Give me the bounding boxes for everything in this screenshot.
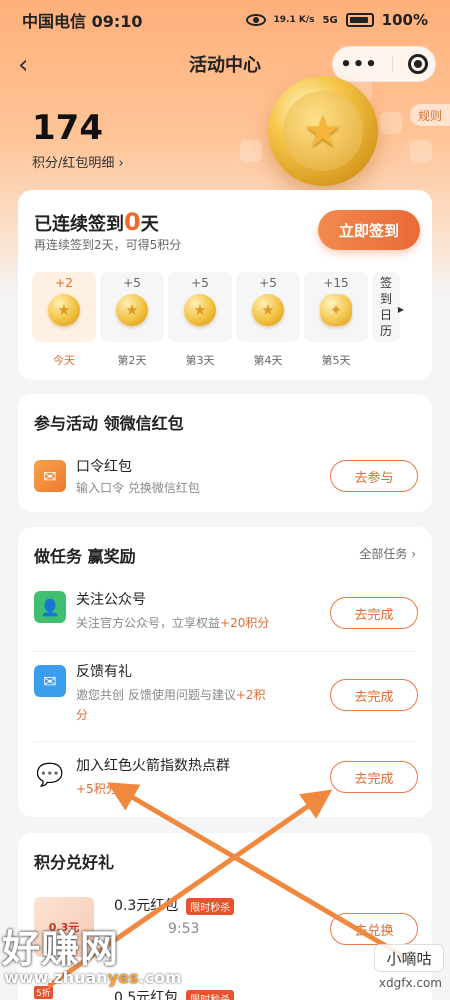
badge-coin-icon: ✦	[320, 294, 352, 326]
activity-item-subtitle: 输入口令 兑换微信红包	[76, 481, 200, 495]
triangle-right-icon: ▶	[397, 305, 404, 314]
task-item-title: 反馈有礼	[76, 664, 132, 680]
star-coin-icon: ★	[48, 294, 80, 326]
status-bar: 中国电信 09:10 19.1 K/s 5G 100%	[0, 0, 450, 40]
activity-card: 参与活动 领微信红包 ✉ 口令红包 输入口令 兑换微信红包 去参与	[18, 394, 432, 512]
battery-icon	[345, 13, 374, 27]
task-item-subtitle: 关注官方公众号，立享权益+20积分	[76, 616, 270, 630]
carrier-label: 中国电信	[22, 12, 87, 31]
checkin-days-row: +2 ★ +5 ★ +5 ★ +5 ★ +15 ✦ 签到日历 ▶	[32, 272, 404, 342]
eye-icon	[245, 14, 266, 26]
net-speed: 19.1 K/s	[273, 14, 315, 25]
checkin-day-3[interactable]: +5 ★	[168, 272, 232, 342]
gift-name: 0.5元红包 限时秒杀	[114, 987, 235, 1000]
star-coin-icon: ★	[252, 294, 284, 326]
capsule-divider	[392, 55, 394, 73]
activity-title: 参与活动 领微信红包	[34, 414, 184, 433]
checkin-day-4[interactable]: +5 ★	[236, 272, 300, 342]
checkin-subtitle: 再连续签到2天，可得5积分	[34, 238, 182, 252]
watermark-logo-text: 好赚网	[2, 927, 120, 971]
checkin-calendar-button[interactable]: 签到日历 ▶	[372, 272, 404, 342]
checkin-day-2[interactable]: +5 ★	[100, 272, 164, 342]
countdown-timer: 9:53	[168, 921, 200, 937]
discount-tag: 5折	[34, 986, 53, 999]
nav-bar: ‹ 活动中心 •••	[0, 44, 450, 84]
checkin-button[interactable]: 立即签到	[318, 210, 420, 250]
star-coin-icon: ★	[268, 76, 378, 186]
checkin-day-1[interactable]: +2 ★	[32, 272, 96, 342]
flash-sale-tag: 限时秒杀	[186, 989, 235, 1000]
task-item-title: 加入红色火箭指数热点群	[76, 758, 230, 774]
watermark-badge: 小嘀咕	[374, 944, 444, 972]
clock: 09:10	[91, 12, 143, 31]
flash-sale-tag: 限时秒杀	[186, 897, 235, 915]
mini-program-capsule: •••	[332, 46, 436, 82]
chat-bubble-icon: 💬	[36, 762, 64, 788]
more-dots-icon[interactable]: •••	[340, 54, 378, 75]
task-item-subtitle: +5积分	[76, 782, 118, 796]
star-coin-icon: ★	[184, 294, 216, 326]
checkin-day-5[interactable]: +15 ✦	[304, 272, 368, 342]
checkin-days: 0	[124, 208, 141, 236]
task-item-subtitle: 邀您共创 反馈使用问题与建议+2积分	[76, 688, 266, 722]
star-coin-icon: ★	[116, 294, 148, 326]
battery-level: 100%	[381, 11, 428, 29]
network-label: 5G	[322, 14, 338, 26]
checkin-day-labels: 今天 第2天 第3天 第4天 第5天	[53, 354, 351, 367]
watermark-url: www.zhuanyes.com	[4, 968, 182, 987]
user-icon: 👤	[34, 591, 66, 623]
complete-button[interactable]: 去完成	[330, 597, 418, 629]
gift-title: 积分兑好礼	[34, 853, 115, 872]
checkin-card: 已连续签到0天 再连续签到2天，可得5积分 立即签到 +2 ★ +5 ★ +5 …	[18, 190, 432, 380]
back-chevron-icon[interactable]: ‹	[18, 50, 28, 80]
gift-name: 0.3元红包 限时秒杀	[114, 895, 235, 915]
all-tasks-link[interactable]: 全部任务 ›	[359, 545, 416, 562]
task-card: 做任务 赢奖励 全部任务 › 👤 关注公众号 关注官方公众号，立享权益+20积分…	[18, 527, 432, 817]
complete-button[interactable]: 去完成	[330, 679, 418, 711]
redeem-button[interactable]: 去兑换	[330, 913, 418, 945]
page-title: 活动中心	[189, 55, 261, 76]
join-button[interactable]: 去参与	[330, 460, 418, 492]
task-title: 做任务 赢奖励	[34, 547, 136, 566]
points-summary: 174 积分/红包明细 ›	[32, 108, 124, 171]
task-item-title: 关注公众号	[76, 592, 146, 608]
mail-icon: ✉	[34, 665, 66, 697]
complete-button[interactable]: 去完成	[330, 761, 418, 793]
points-value: 174	[32, 108, 103, 148]
close-target-icon[interactable]	[407, 54, 428, 74]
rules-link[interactable]: 规则	[410, 104, 450, 126]
checkin-title: 已连续签到0天	[34, 208, 159, 236]
activity-item-title: 口令红包	[76, 459, 132, 475]
red-envelope-icon: ✉	[34, 460, 66, 492]
watermark-url-right: xdgfx.com	[378, 976, 442, 990]
points-detail-link[interactable]: 积分/红包明细 ›	[32, 152, 124, 171]
